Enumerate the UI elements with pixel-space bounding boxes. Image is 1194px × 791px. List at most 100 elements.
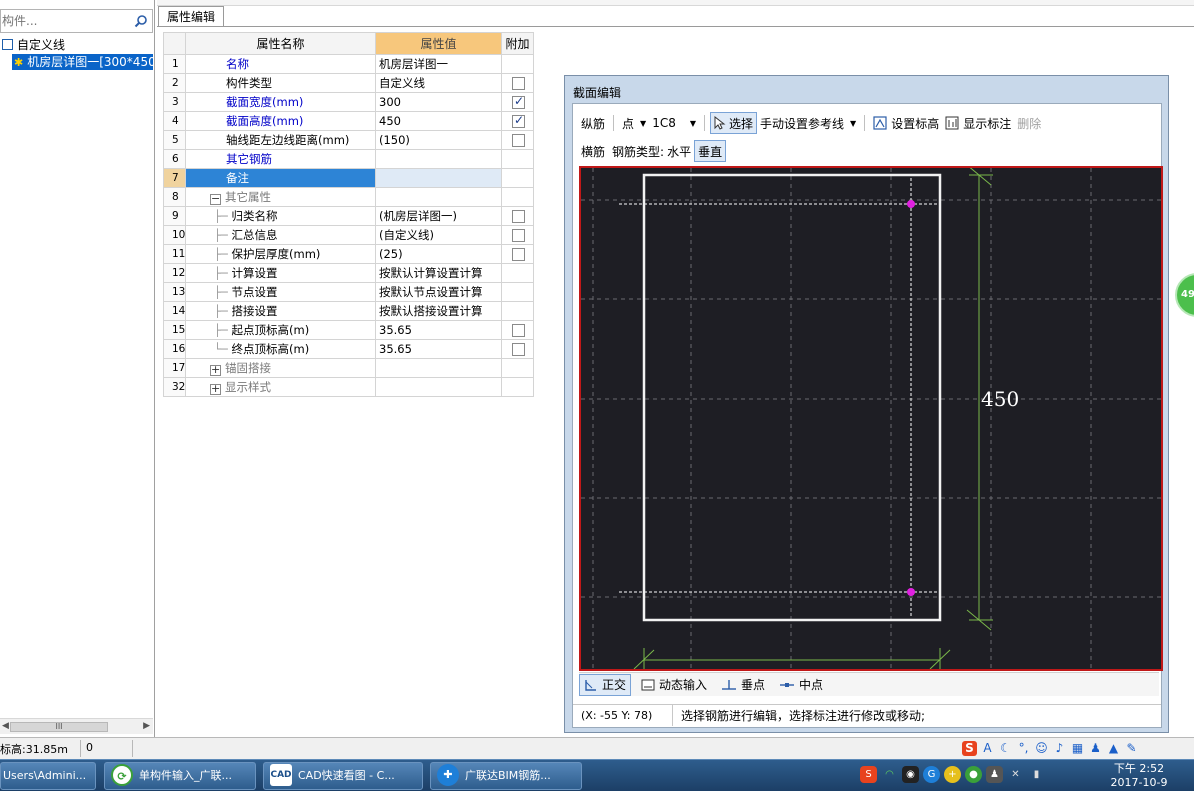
browser-icon[interactable]: G bbox=[923, 766, 940, 783]
delete-button[interactable]: 删除 bbox=[1014, 112, 1044, 134]
property-value[interactable] bbox=[375, 149, 502, 169]
tree-child-selected[interactable]: ✱ 机房层详图一[300*450] bbox=[12, 54, 153, 70]
grid-row[interactable]: 1 名称 机房层详图一 bbox=[163, 54, 534, 74]
set-elevation-button[interactable]: 设置标高 bbox=[870, 112, 942, 134]
show-dimensions-button[interactable]: 显示标注 bbox=[942, 112, 1014, 134]
user-icon[interactable]: ♟ bbox=[1088, 741, 1103, 756]
volume-muted-icon[interactable]: ✕ bbox=[1007, 766, 1024, 783]
property-value[interactable]: 按默认搭接设置计算 bbox=[375, 301, 502, 321]
extra-checkbox[interactable] bbox=[512, 324, 525, 337]
grid-row-group[interactable]: 32 + 显示样式 bbox=[163, 377, 534, 397]
manual-ref-line-dropdown[interactable]: 手动设置参考线 ▼ bbox=[757, 112, 859, 134]
horizontal-option[interactable]: 水平 bbox=[664, 140, 694, 162]
grid-row[interactable]: 9 ├─ 归类名称 (机房层详图一) bbox=[163, 206, 534, 226]
horizontal-scrollbar[interactable]: ◀ III ▶ bbox=[0, 718, 153, 734]
property-value[interactable]: (25) bbox=[375, 244, 502, 264]
grid-row[interactable]: 14 ├─ 搭接设置 按默认搭接设置计算 bbox=[163, 301, 534, 321]
property-value[interactable]: 按默认节点设置计算 bbox=[375, 282, 502, 302]
dimension-label[interactable]: 450 bbox=[981, 387, 1019, 411]
longitudinal-rebar-button[interactable]: 纵筋 bbox=[578, 112, 608, 134]
property-value[interactable]: 按默认计算设置计算 bbox=[375, 263, 502, 283]
property-value[interactable]: (150) bbox=[375, 130, 502, 150]
tab-property-edit[interactable]: 属性编辑 bbox=[158, 6, 225, 27]
grid-row[interactable]: 10 ├─ 汇总信息 (自定义线) bbox=[163, 225, 534, 245]
qq-icon[interactable]: ◉ bbox=[902, 766, 919, 783]
wrench-icon[interactable]: ✎ bbox=[1124, 741, 1139, 756]
grid-row[interactable]: 13 ├─ 节点设置 按默认节点设置计算 bbox=[163, 282, 534, 302]
midpoint-snap-toggle[interactable]: 中点 bbox=[775, 674, 827, 696]
network-icon[interactable]: ▮ bbox=[1028, 766, 1045, 783]
input-mode-icon[interactable]: A bbox=[980, 741, 995, 756]
grid-row[interactable]: 11 ├─ 保护层厚度(mm) (25) bbox=[163, 244, 534, 264]
tree-node-custom-line[interactable]: 自定义线 bbox=[0, 37, 153, 54]
property-value[interactable]: 450 bbox=[375, 111, 502, 131]
extra-checkbox[interactable] bbox=[512, 210, 525, 223]
scroll-left-arrow-icon[interactable]: ◀ bbox=[2, 721, 9, 731]
property-value[interactable] bbox=[375, 168, 502, 188]
keyboard-icon[interactable]: ▦ bbox=[1070, 741, 1085, 756]
system-clock[interactable]: 下午 2:52 2017-10-9 bbox=[1106, 762, 1172, 790]
property-value[interactable]: (自定义线) bbox=[375, 225, 502, 245]
component-search-box[interactable] bbox=[0, 9, 153, 33]
expand-icon[interactable]: + bbox=[210, 364, 221, 376]
search-input[interactable] bbox=[1, 10, 127, 32]
extra-checkbox[interactable] bbox=[512, 343, 525, 356]
sogou-ime-icon[interactable]: S bbox=[962, 740, 977, 756]
skin-icon[interactable]: ▲ bbox=[1106, 741, 1121, 756]
vertical-option[interactable]: 垂直 bbox=[694, 140, 727, 162]
grid-row[interactable]: 15 ├─ 起点顶标高(m) 35.65 bbox=[163, 320, 534, 340]
taskbar-item-explorer[interactable]: Users\Admini... bbox=[0, 762, 96, 790]
ortho-toggle[interactable]: 正交 bbox=[579, 673, 632, 696]
expand-icon[interactable]: + bbox=[210, 383, 221, 395]
emoji-icon[interactable]: ☺ bbox=[1034, 741, 1049, 756]
grid-row[interactable]: 3 截面宽度(mm) 300 bbox=[163, 92, 534, 112]
extra-checkbox[interactable] bbox=[512, 134, 525, 147]
taskbar-item-glodon-bim[interactable]: ✚ 广联达BIM钢筋... bbox=[430, 762, 582, 790]
scroll-right-arrow-icon[interactable]: ▶ bbox=[143, 721, 150, 731]
extra-checkbox[interactable] bbox=[512, 94, 525, 109]
people-icon[interactable]: ♟ bbox=[986, 766, 1003, 783]
moon-icon[interactable]: ☾ bbox=[998, 741, 1013, 756]
grid-row-group[interactable]: 17 + 锚固搭接 bbox=[163, 358, 534, 378]
punctuation-icon[interactable]: °, bbox=[1016, 741, 1031, 756]
transverse-rebar-button[interactable]: 横筋 bbox=[578, 140, 608, 162]
property-value[interactable]: 300 bbox=[375, 92, 502, 112]
property-value[interactable]: (机房层详图一) bbox=[375, 206, 502, 226]
grid-row-group[interactable]: 8 − 其它属性 bbox=[163, 187, 534, 207]
extra-checkbox[interactable] bbox=[512, 229, 525, 242]
section-drawing-canvas[interactable]: 450 bbox=[579, 166, 1163, 671]
rebar-point[interactable] bbox=[907, 588, 915, 596]
grid-row[interactable]: 16 └─ 终点顶标高(m) 35.65 bbox=[163, 339, 534, 359]
property-value[interactable]: 自定义线 bbox=[375, 73, 502, 93]
scroll-thumb[interactable]: III bbox=[10, 722, 108, 732]
taskbar-item-component-input[interactable]: ⟳ 单构件输入_广联... bbox=[104, 762, 256, 790]
wechat-icon[interactable]: ● bbox=[965, 766, 982, 783]
extra-checkbox[interactable] bbox=[512, 113, 525, 128]
grid-row[interactable]: 4 截面高度(mm) 450 bbox=[163, 111, 534, 131]
tree-node-selected-component[interactable]: ✱ 机房层详图一[300*450] bbox=[0, 54, 153, 71]
grid-row[interactable]: 2 构件类型 自定义线 bbox=[163, 73, 534, 93]
grid-row[interactable]: 12 ├─ 计算设置 按默认计算设置计算 bbox=[163, 263, 534, 283]
grid-row[interactable]: 6 其它钢筋 bbox=[163, 149, 534, 169]
property-value[interactable]: 35.65 bbox=[375, 320, 502, 340]
grid-row-selected[interactable]: 7 备注 bbox=[163, 168, 534, 188]
search-icon[interactable] bbox=[134, 14, 148, 28]
property-value[interactable]: 35.65 bbox=[375, 339, 502, 359]
dynamic-input-toggle[interactable]: 动态输入 bbox=[637, 674, 711, 696]
taskbar-item-cad-viewer[interactable]: CAD CAD快速看图 - C... bbox=[263, 762, 423, 790]
grid-row[interactable]: 5 轴线距左边线距离(mm) (150) bbox=[163, 130, 534, 150]
section-outline[interactable] bbox=[642, 173, 942, 622]
wifi-icon[interactable]: ◠ bbox=[881, 766, 898, 783]
extra-checkbox[interactable] bbox=[512, 77, 525, 90]
rebar-spec-dropdown[interactable]: 1C8 ▼ bbox=[649, 112, 699, 134]
side-float-badge[interactable]: 49 bbox=[1175, 273, 1194, 317]
property-value[interactable]: 机房层详图一 bbox=[375, 54, 502, 74]
add-icon[interactable]: + bbox=[944, 766, 961, 783]
sogou-tray-icon[interactable]: S bbox=[860, 766, 877, 783]
rebar-point[interactable] bbox=[907, 200, 915, 208]
select-tool-button[interactable]: 选择 bbox=[710, 112, 758, 134]
mic-icon[interactable]: ♪ bbox=[1052, 741, 1067, 756]
point-mode-dropdown[interactable]: 点 ▼ bbox=[619, 112, 649, 134]
collapse-icon[interactable]: − bbox=[210, 193, 221, 205]
perpendicular-snap-toggle[interactable]: 垂点 bbox=[717, 674, 769, 696]
